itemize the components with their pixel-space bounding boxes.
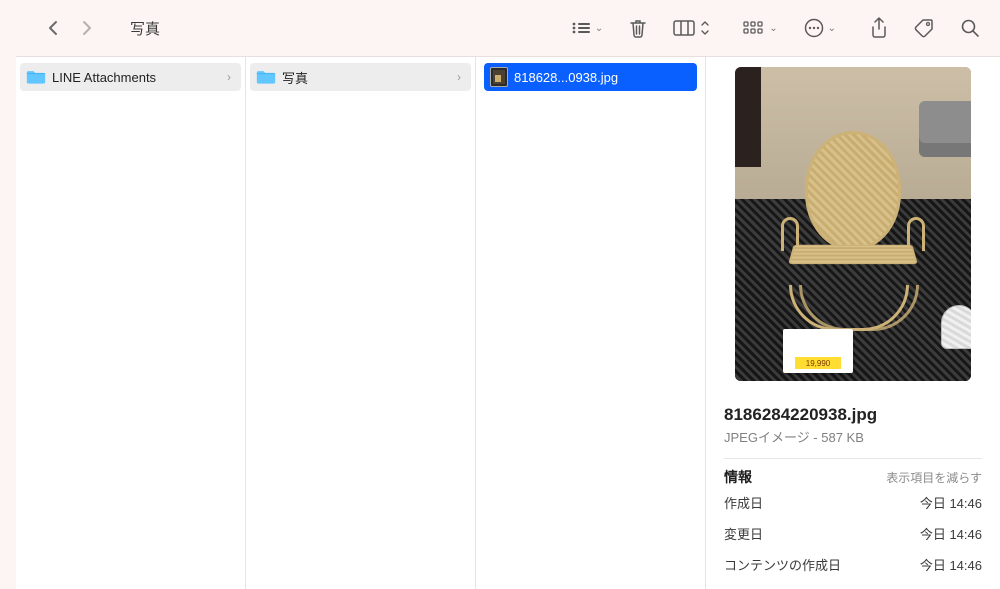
folder-icon: [26, 69, 46, 85]
folder-label: 写真: [282, 68, 308, 87]
tags-button[interactable]: [914, 18, 934, 38]
folder-label: LINE Attachments: [52, 70, 156, 85]
info-value: 今日 14:46: [920, 524, 982, 543]
preview-subtitle: JPEGイメージ - 587 KB: [724, 427, 982, 446]
share-button[interactable]: [870, 17, 888, 39]
info-row: 変更日 今日 14:46: [724, 518, 982, 549]
info-key: 作成日: [724, 493, 763, 512]
info-header-row: 情報 表示項目を減らす: [724, 458, 982, 487]
folder-row[interactable]: LINE Attachments ›: [20, 63, 241, 91]
file-label: 818628...0938.jpg: [514, 70, 618, 85]
info-row: 作成日 今日 14:46: [724, 487, 982, 518]
info-value: 今日 14:46: [920, 555, 982, 574]
updown-icon: [701, 21, 709, 35]
group-button[interactable]: ⌄: [743, 21, 777, 35]
trash-icon: [629, 18, 647, 38]
action-menu-button[interactable]: ⌄: [804, 18, 836, 38]
toolbar-right-group-1: ⌄ ⌄: [743, 18, 836, 38]
search-button[interactable]: [960, 18, 980, 38]
toolbar-center-group: ⌄: [571, 18, 709, 38]
column-2[interactable]: 写真 ›: [246, 57, 476, 589]
delete-button[interactable]: [629, 18, 647, 38]
chevron-right-icon: ›: [457, 70, 461, 84]
chevron-right-icon: [81, 20, 93, 36]
list-icon: [571, 21, 591, 35]
info-row: コンテンツの作成日 今日 14:46: [724, 549, 982, 580]
columns-preview-button[interactable]: [673, 20, 709, 36]
view-options-button[interactable]: ⌄: [571, 21, 603, 35]
share-icon: [870, 17, 888, 39]
info-key: コンテンツの作成日: [724, 555, 841, 574]
chevron-down-icon: ⌄: [595, 23, 603, 34]
folder-icon: [256, 69, 276, 85]
toolbar: 写真 ⌄: [0, 0, 1000, 56]
tag-icon: [914, 18, 934, 38]
file-row-selected[interactable]: 818628...0938.jpg: [484, 63, 697, 91]
column-browser: LINE Attachments › 写真 › 818628...0938.jp…: [16, 56, 1000, 589]
preview-panel: 19,990 8186284220938.jpg JPEGイメージ - 587 …: [706, 57, 1000, 589]
show-less-button[interactable]: 表示項目を減らす: [886, 469, 982, 486]
window-title: 写真: [130, 18, 160, 39]
chevron-down-icon: ⌄: [828, 23, 836, 34]
back-button[interactable]: [44, 19, 62, 37]
price-tag: 19,990: [783, 329, 853, 373]
preview-image[interactable]: 19,990: [735, 67, 971, 381]
column-1[interactable]: LINE Attachments ›: [16, 57, 246, 589]
chevron-left-icon: [47, 20, 59, 36]
preview-filename: 8186284220938.jpg: [724, 405, 982, 425]
search-icon: [960, 18, 980, 38]
window-left-rail: [0, 56, 16, 589]
chevron-down-icon: ⌄: [769, 23, 777, 34]
image-thumb-icon: [490, 67, 508, 87]
price-value: 19,990: [795, 357, 841, 369]
columns-icon: [673, 20, 695, 36]
chevron-right-icon: ›: [227, 70, 231, 84]
info-header: 情報: [724, 467, 752, 487]
nav-group: 写真: [44, 18, 160, 39]
info-value: 今日 14:46: [920, 493, 982, 512]
column-3[interactable]: 818628...0938.jpg: [476, 57, 706, 589]
toolbar-right-group-2: [870, 17, 980, 39]
forward-button[interactable]: [78, 19, 96, 37]
group-grid-icon: [743, 21, 765, 35]
ellipsis-circle-icon: [804, 18, 824, 38]
info-key: 変更日: [724, 524, 763, 543]
folder-row[interactable]: 写真 ›: [250, 63, 471, 91]
